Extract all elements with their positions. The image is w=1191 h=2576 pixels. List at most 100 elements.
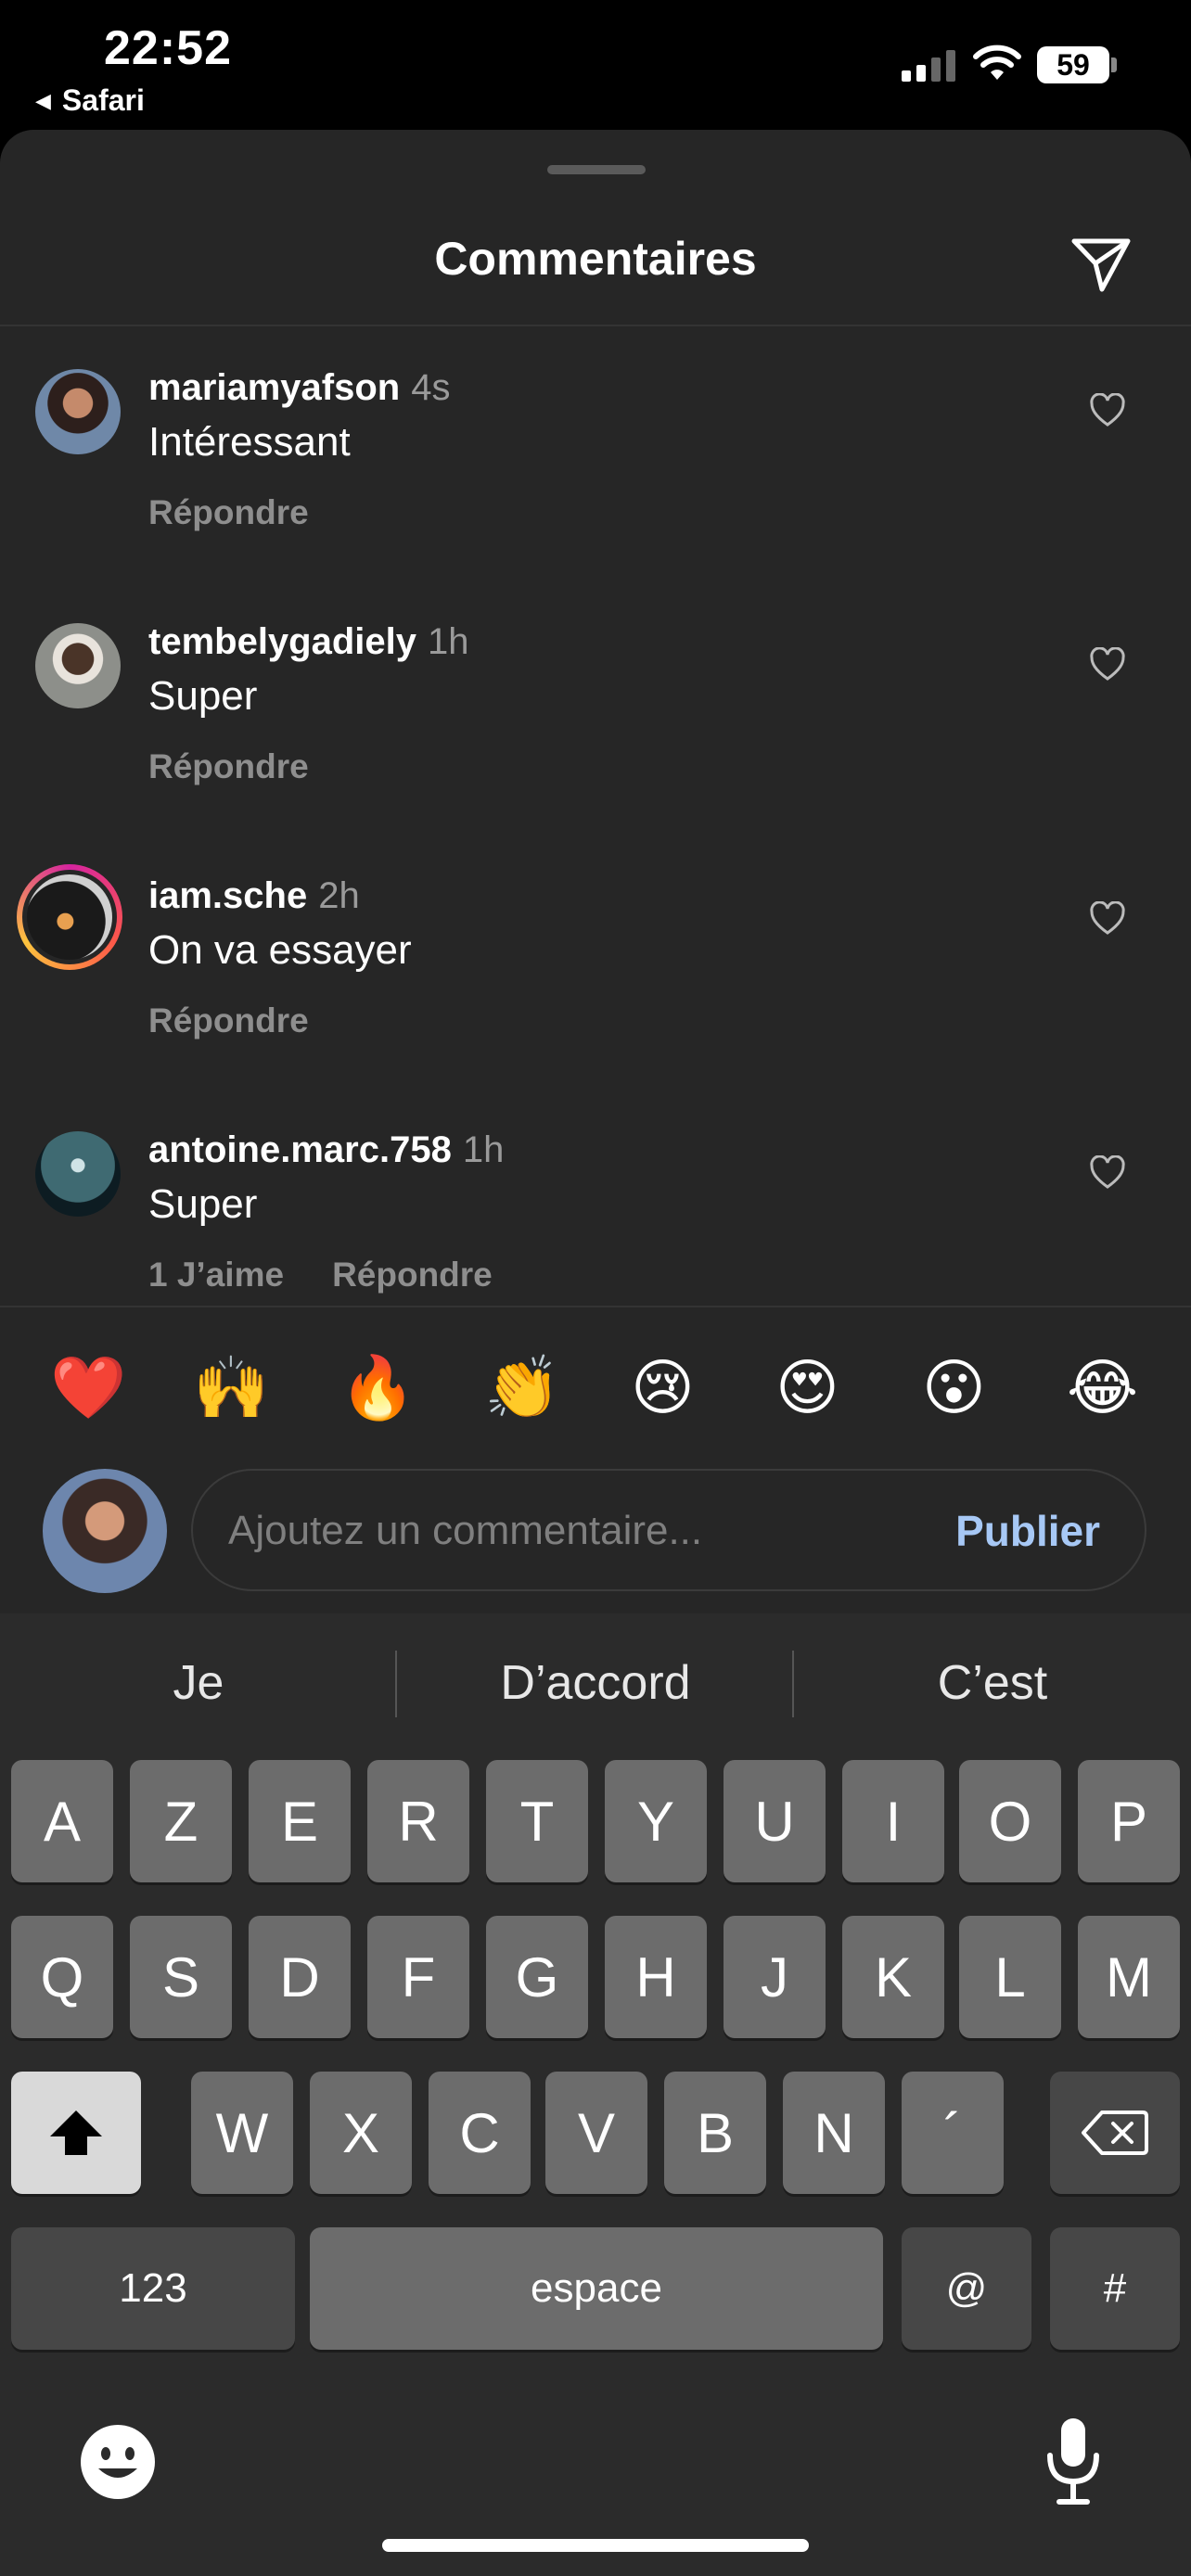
- key-f[interactable]: F: [367, 1916, 469, 2038]
- key-k[interactable]: K: [842, 1916, 944, 2038]
- sheet-title: Commentaires: [434, 233, 757, 285]
- heart-icon[interactable]: [1089, 647, 1126, 682]
- emoji-keyboard-icon[interactable]: [76, 2420, 160, 2504]
- reaction-raised-hands[interactable]: 🙌: [193, 1341, 269, 1434]
- key-z[interactable]: Z: [130, 1760, 232, 1882]
- comment-actions: Répondre: [148, 747, 309, 786]
- cellular-signal-icon: [902, 48, 955, 82]
- comment-item: antoine.marc.758 1h Super 1 J’aime Répondr…: [0, 1129, 1191, 1306]
- comment-username[interactable]: antoine.marc.758: [148, 1129, 452, 1170]
- key-a[interactable]: A: [11, 1760, 113, 1882]
- heart-icon[interactable]: [1089, 901, 1126, 937]
- reaction-laughing[interactable]: 😂: [1067, 1341, 1138, 1434]
- key-n[interactable]: N: [783, 2072, 885, 2194]
- avatar[interactable]: [35, 1131, 121, 1217]
- comment-time: 2h: [318, 875, 360, 916]
- heart-icon[interactable]: [1089, 393, 1126, 428]
- avatar[interactable]: [35, 369, 121, 454]
- reaction-surprised[interactable]: 😮: [922, 1341, 986, 1434]
- heart-icon[interactable]: [1089, 1155, 1126, 1191]
- key-i[interactable]: I: [842, 1760, 944, 1882]
- comment-text: Super: [148, 673, 258, 719]
- key-d[interactable]: D: [249, 1916, 351, 2038]
- sheet-grabber[interactable]: [547, 165, 646, 174]
- key-v[interactable]: V: [545, 2072, 647, 2194]
- key-accent[interactable]: ´: [902, 2072, 1004, 2194]
- suggestion-2[interactable]: D’accord: [397, 1613, 794, 1753]
- reply-button[interactable]: Répondre: [148, 493, 309, 531]
- comment-time: 1h: [462, 1129, 505, 1170]
- status-bar: 22:52 ◀ Safari 59: [0, 0, 1191, 130]
- key-l[interactable]: L: [959, 1916, 1061, 2038]
- key-y[interactable]: Y: [605, 1760, 707, 1882]
- key-w[interactable]: W: [191, 2072, 293, 2194]
- avatar[interactable]: [35, 623, 121, 708]
- comment-header: antoine.marc.758 1h: [148, 1129, 504, 1171]
- likes-count[interactable]: 1 J’aime: [148, 1256, 284, 1294]
- numbers-key[interactable]: 123: [11, 2227, 295, 2350]
- space-key[interactable]: espace: [310, 2227, 883, 2350]
- publish-button[interactable]: Publier: [955, 1506, 1100, 1556]
- key-c[interactable]: C: [429, 2072, 531, 2194]
- comment-time: 1h: [428, 621, 469, 662]
- suggestion-1[interactable]: Je: [0, 1613, 397, 1753]
- comment-actions: Répondre: [148, 1001, 309, 1040]
- comment-header: mariamyafson 4s: [148, 367, 450, 409]
- hash-key[interactable]: #: [1050, 2227, 1180, 2350]
- header-divider: [0, 325, 1191, 326]
- key-s[interactable]: S: [130, 1916, 232, 2038]
- comment-username[interactable]: iam.sche: [148, 875, 307, 916]
- reaction-heart-eyes[interactable]: 😍: [775, 1341, 839, 1434]
- reaction-fire[interactable]: 🔥: [339, 1341, 416, 1434]
- comment-item: mariamyafson 4s Intéressant Répondre: [0, 367, 1191, 608]
- shift-key[interactable]: [11, 2072, 141, 2194]
- key-b[interactable]: B: [664, 2072, 766, 2194]
- reply-button[interactable]: Répondre: [148, 747, 309, 785]
- comment-header: iam.sche 2h: [148, 875, 360, 917]
- key-p[interactable]: P: [1078, 1760, 1180, 1882]
- at-key[interactable]: @: [902, 2227, 1031, 2350]
- comment-item: tembelygadiely 1h Super Répondre: [0, 621, 1191, 862]
- paper-plane-icon[interactable]: [1069, 230, 1133, 295]
- comment-input[interactable]: [226, 1471, 935, 1591]
- key-u[interactable]: U: [724, 1760, 826, 1882]
- microphone-icon[interactable]: [1043, 2415, 1104, 2507]
- key-r[interactable]: R: [367, 1760, 469, 1882]
- key-g[interactable]: G: [486, 1916, 588, 2038]
- back-app-label: Safari: [61, 83, 145, 117]
- key-h[interactable]: H: [605, 1916, 707, 2038]
- comment-username[interactable]: mariamyafson: [148, 367, 400, 408]
- back-to-app-link[interactable]: ◀ Safari: [35, 83, 145, 118]
- comment-text: Super: [148, 1181, 258, 1227]
- comment-text: On va essayer: [148, 927, 412, 973]
- emoji-reaction-row: ❤️ 🙌 🔥 👏 😢 😍 😮 😂: [0, 1341, 1191, 1434]
- key-e[interactable]: E: [249, 1760, 351, 1882]
- reaction-clapping[interactable]: 👏: [484, 1341, 560, 1434]
- reaction-heart[interactable]: ❤️: [50, 1341, 126, 1434]
- comment-composer: Publier: [191, 1469, 1146, 1591]
- story-ring-avatar[interactable]: [17, 864, 122, 970]
- delete-key[interactable]: [1050, 2072, 1180, 2194]
- key-m[interactable]: M: [1078, 1916, 1180, 2038]
- suggestion-bar: Je D’accord C’est: [0, 1613, 1191, 1753]
- key-j[interactable]: J: [724, 1916, 826, 2038]
- keyboard: Je D’accord C’est A Z E R T Y U I O P Q …: [0, 1613, 1191, 2576]
- home-indicator[interactable]: [382, 2539, 809, 2552]
- key-o[interactable]: O: [959, 1760, 1061, 1882]
- reply-button[interactable]: Répondre: [332, 1256, 493, 1294]
- shift-arrow-icon: [50, 2111, 102, 2155]
- key-x[interactable]: X: [310, 2072, 412, 2194]
- key-q[interactable]: Q: [11, 1916, 113, 2038]
- reactions-divider: [0, 1306, 1191, 1307]
- reaction-crying[interactable]: 😢: [631, 1341, 695, 1434]
- comment-header: tembelygadiely 1h: [148, 621, 469, 663]
- reply-button[interactable]: Répondre: [148, 1001, 309, 1039]
- comment-actions: Répondre: [148, 493, 309, 532]
- suggestion-3[interactable]: C’est: [794, 1613, 1191, 1753]
- comment-item: iam.sche 2h On va essayer Répondre: [0, 864, 1191, 1116]
- comment-actions: 1 J’aime Répondre: [148, 1256, 493, 1294]
- backspace-icon: [1082, 2111, 1148, 2155]
- comment-text: Intéressant: [148, 419, 351, 465]
- comment-username[interactable]: tembelygadiely: [148, 621, 416, 662]
- key-t[interactable]: T: [486, 1760, 588, 1882]
